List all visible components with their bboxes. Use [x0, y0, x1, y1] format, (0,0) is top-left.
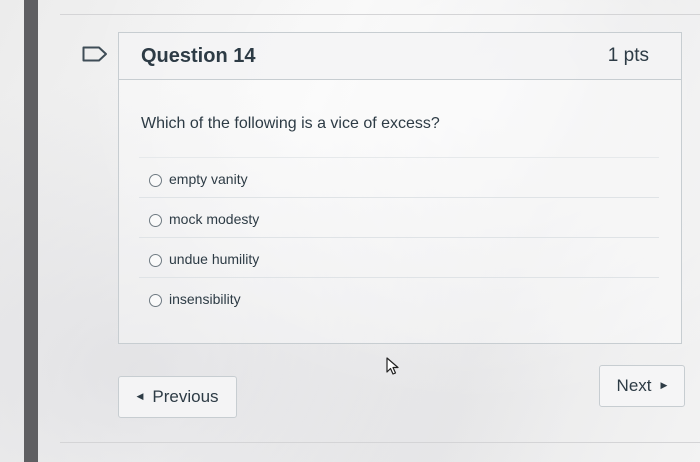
question-card: Question 14 1 pts Which of the following… — [118, 32, 682, 344]
answer-list: empty vanity mock modesty undue humility… — [139, 157, 659, 317]
question-points: 1 pts — [607, 45, 649, 66]
answer-label[interactable]: insensibility — [169, 291, 241, 307]
radio-button[interactable] — [149, 294, 162, 307]
answer-option[interactable]: insensibility — [139, 277, 659, 317]
radio-button[interactable] — [149, 214, 162, 227]
answer-option[interactable]: mock modesty — [139, 197, 659, 237]
caret-left-icon: ◀ — [136, 391, 144, 402]
previous-label: Previous — [152, 387, 219, 406]
pointer-cursor-icon — [386, 357, 399, 375]
answer-option[interactable]: undue humility — [139, 237, 659, 277]
question-text: Which of the following is a vice of exce… — [141, 115, 440, 132]
next-button[interactable]: Next ▶ — [599, 365, 685, 407]
flag-icon[interactable] — [82, 46, 108, 62]
previous-button[interactable]: ◀ Previous — [118, 376, 237, 418]
caret-right-icon: ▶ — [660, 380, 668, 391]
question-title: Question 14 — [141, 45, 256, 67]
answer-label[interactable]: mock modesty — [169, 211, 259, 227]
answer-label[interactable]: empty vanity — [169, 171, 248, 187]
question-header: Question 14 1 pts — [119, 33, 681, 80]
radio-button[interactable] — [149, 174, 162, 187]
next-label: Next — [616, 376, 652, 395]
radio-button[interactable] — [149, 254, 162, 267]
left-sidebar-bar — [24, 0, 38, 462]
top-divider — [60, 14, 700, 15]
answer-label[interactable]: undue humility — [169, 251, 259, 267]
answer-option[interactable]: empty vanity — [139, 157, 659, 197]
bottom-divider — [60, 442, 700, 443]
